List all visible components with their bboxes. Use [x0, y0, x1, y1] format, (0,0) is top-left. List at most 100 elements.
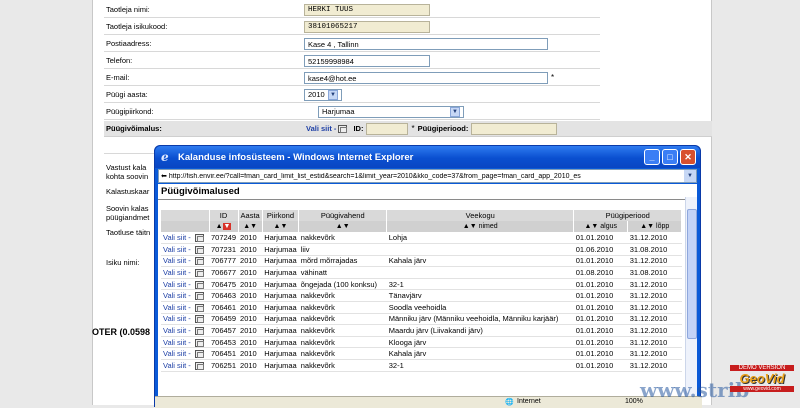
row-year: 2010	[238, 347, 263, 361]
row-gear: õngejada (100 konksu)	[298, 278, 387, 291]
window-icon[interactable]	[194, 315, 204, 324]
address-label: Postiaadress:	[106, 39, 152, 48]
owner-name-row: Taotleja nimi: HERKI TUUS	[104, 2, 600, 18]
select-row-cell: Vali siit -	[161, 324, 209, 337]
row-year: 2010	[238, 243, 263, 256]
close-button[interactable]: ✕	[680, 149, 696, 165]
id-field[interactable]	[366, 122, 409, 135]
url-text: http://fish.envir.ee/?call=fman_card_lim…	[168, 172, 581, 180]
phone-input[interactable]: 52159998984	[304, 54, 430, 67]
chevron-down-icon[interactable]: ▼	[684, 170, 696, 182]
row-start: 01.01.2010	[573, 301, 628, 314]
window-icon[interactable]	[194, 303, 204, 312]
select-row-link[interactable]: Vali siit -	[163, 256, 191, 265]
sort-start[interactable]: ▲▼ algus	[573, 221, 629, 232]
table-row: Vali siit - 706457 2010 Harjumaa nakkevõrk M…	[161, 324, 682, 337]
window-icon[interactable]	[194, 338, 204, 347]
window-icon[interactable]	[338, 124, 348, 133]
select-row-cell: Vali siit -	[161, 255, 209, 268]
sort-end[interactable]: ▲▼ lõpp	[627, 221, 683, 232]
row-water: Kahala järv	[386, 255, 574, 268]
window-icon[interactable]	[194, 280, 204, 289]
select-row-cell: Vali siit -	[161, 278, 209, 291]
window-icon[interactable]	[194, 292, 204, 301]
row-year: 2010	[238, 266, 263, 279]
table-header-row: ID Aasta Piirkond Püügivahend Veekogu Pü…	[161, 210, 683, 221]
select-row-link[interactable]: Vali siit -	[163, 361, 191, 370]
owner-name-field[interactable]: HERKI TUUS	[304, 3, 430, 16]
period-field[interactable]	[471, 122, 558, 135]
owner-code-field[interactable]: 38101065217	[304, 20, 430, 33]
table-row: Vali siit - 706475 2010 Harjumaa õngejada (…	[161, 278, 682, 291]
chevron-down-icon: ▼	[328, 89, 338, 100]
window-icon[interactable]	[194, 234, 204, 243]
sort-region[interactable]: ▲▼	[262, 221, 300, 232]
row-water: Kahala järv	[386, 347, 574, 361]
year-select[interactable]: 2010 ▼	[304, 88, 342, 101]
select-row-link[interactable]: Vali siit -	[163, 280, 191, 289]
row-id: 706463	[209, 289, 239, 303]
select-row-link[interactable]: Vali siit -	[163, 291, 191, 300]
row-region: Harjumaa	[262, 347, 299, 361]
select-row-link[interactable]: Vali siit -	[163, 233, 191, 242]
row-start: 01.01.2010	[573, 347, 628, 361]
row-start: 01.01.2010	[573, 255, 628, 268]
window-icon[interactable]	[194, 327, 204, 336]
scroll-thumb[interactable]	[687, 209, 697, 339]
row-year: 2010	[238, 301, 263, 314]
row-region: Harjumaa	[262, 278, 299, 291]
demo-line3: www.geovid.com	[730, 386, 794, 392]
row-end: 31.12.2010	[627, 347, 682, 361]
window-icon[interactable]	[194, 257, 204, 266]
row-year: 2010	[238, 289, 263, 303]
row-gear: liiv	[298, 243, 387, 256]
address-input[interactable]: Kase 4 , Tallinn	[304, 37, 548, 50]
select-row-link[interactable]: Vali siit -	[163, 303, 191, 312]
minimize-button[interactable]: _	[644, 149, 660, 165]
year-row: Püügi aasta: 2010 ▼	[104, 87, 600, 103]
address-bar[interactable]: ⬅ http://fish.envir.ee/?call=fman_card_l…	[158, 169, 697, 183]
table-row: Vali siit - 707231 2010 Harjumaa liiv 01.06.…	[161, 243, 682, 256]
phone-row: Telefon: 52159998984	[104, 53, 600, 69]
select-row-link[interactable]: Vali siit -	[163, 338, 191, 347]
sort-id[interactable]: ▲▼	[209, 221, 239, 232]
select-row-link[interactable]: Vali siit -	[163, 314, 191, 323]
title-bar[interactable]: e Kalanduse infosüsteem - Windows Intern…	[155, 146, 700, 168]
row-region: Harjumaa	[262, 232, 299, 245]
row-id: 707231	[209, 243, 239, 256]
col-water: Veekogu	[386, 210, 575, 221]
window-icon[interactable]	[194, 361, 204, 370]
row-region: Harjumaa	[262, 289, 299, 303]
table-row: Vali siit - 706461 2010 Harjumaa nakkevõrk S…	[161, 301, 682, 314]
row-gear: nakkevõrk	[298, 301, 387, 314]
phone-label: Telefon:	[106, 56, 133, 65]
region-select[interactable]: Harjumaa ▼	[318, 105, 464, 118]
select-row-cell: Vali siit -	[161, 232, 209, 245]
sort-desc-active-icon[interactable]: ▼	[222, 223, 232, 230]
window-icon[interactable]	[194, 269, 204, 278]
year-label: Püügi aasta:	[106, 90, 148, 99]
required-star: *	[551, 73, 555, 82]
select-row-link[interactable]: Vali siit -	[163, 245, 191, 254]
table-row: Vali siit - 706451 2010 Harjumaa nakkevõrk K…	[161, 347, 682, 361]
table-row: Vali siit - 706453 2010 Harjumaa nakkevõrk K…	[161, 336, 682, 349]
row-water: 32-1	[386, 359, 574, 372]
window-icon[interactable]	[194, 350, 204, 359]
row-water: Klooga järv	[386, 336, 574, 349]
select-row-link[interactable]: Vali siit -	[163, 349, 191, 358]
window-icon[interactable]	[194, 245, 204, 254]
select-capacity-link[interactable]: Vali siit -	[306, 124, 336, 133]
vertical-scrollbar[interactable]	[685, 197, 697, 408]
email-input[interactable]: kase4@hot.ee	[304, 71, 548, 84]
table-row: Vali siit - 707249 2010 Harjumaa nakkevõrk L…	[161, 232, 682, 245]
sort-year[interactable]: ▲▼	[238, 221, 263, 232]
select-row-link[interactable]: Vali siit -	[163, 268, 191, 277]
row-end: 31.12.2010	[627, 313, 682, 326]
partial-label-2: Kalastuskaar	[106, 187, 150, 196]
row-water	[386, 266, 574, 279]
water-sub-label: nimed	[478, 223, 498, 230]
sort-water[interactable]: ▲▼ nimed	[386, 221, 575, 232]
maximize-button[interactable]: □	[662, 149, 678, 165]
sort-gear[interactable]: ▲▼	[298, 221, 388, 232]
select-row-link[interactable]: Vali siit -	[163, 326, 191, 335]
